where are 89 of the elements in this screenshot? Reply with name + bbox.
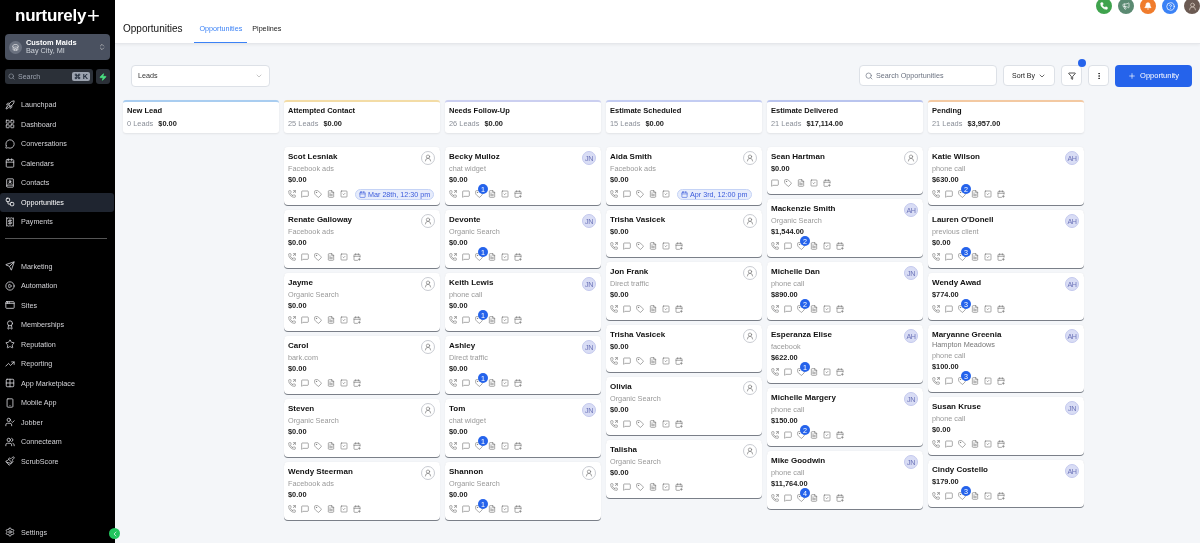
contact-name: Jon Frank <box>610 266 649 277</box>
store-icon <box>9 40 22 54</box>
contact-name: Tom <box>449 403 466 414</box>
phone-button[interactable] <box>1096 0 1112 14</box>
contact-name: Aida Smith <box>610 151 652 162</box>
contact-name: Scot Lesniak <box>288 151 338 162</box>
chevron-icon <box>98 43 106 51</box>
megaphone-icon <box>1122 2 1130 10</box>
contact-name: Michelle Dan <box>771 266 820 277</box>
user-icon[interactable] <box>743 444 757 458</box>
nav-icon <box>5 280 15 291</box>
contact-name: Katie Wilson <box>932 151 980 162</box>
nav-icon <box>5 358 15 369</box>
contact-name: Ashley <box>449 340 476 351</box>
bell-icon <box>1144 2 1152 10</box>
page-title: Opportunities <box>123 23 183 34</box>
calendar-icon <box>359 190 366 198</box>
user-icon[interactable] <box>743 151 757 165</box>
contact-name: Wendy Steerman <box>288 466 353 477</box>
contact-name: Cindy Costello <box>932 464 988 475</box>
contact-name: Devonte <box>449 214 481 225</box>
user-icon[interactable] <box>743 329 757 343</box>
calendar-icon <box>681 190 688 198</box>
contact-name: Mackenzie Smith <box>771 203 836 214</box>
contact-name: Trisha Vasicek <box>610 214 666 225</box>
user-icon[interactable] <box>743 266 757 280</box>
user-icon <box>1187 1 1197 11</box>
logo: nurturely+ <box>14 6 101 26</box>
nav-icon <box>5 177 15 188</box>
contact-name: Mike Goodwin <box>771 455 826 466</box>
contact-name: Talisha <box>610 444 637 455</box>
user-icon[interactable] <box>743 381 757 395</box>
help-icon <box>1165 1 1175 11</box>
user-icon[interactable] <box>904 151 918 165</box>
user-icon[interactable] <box>421 151 435 165</box>
nav-icon <box>5 99 15 110</box>
nav-icon <box>5 319 15 330</box>
search-icon <box>865 71 873 80</box>
contact-name: Keith Lewis <box>449 277 494 288</box>
nav-icon <box>5 261 15 272</box>
contact-name: Carol <box>288 340 309 351</box>
search-icon <box>8 73 15 80</box>
filter-icon <box>1067 71 1076 80</box>
more-button[interactable] <box>1088 65 1109 86</box>
contact-name: Lauren O'Donell <box>932 214 994 225</box>
nav-icon <box>5 436 15 447</box>
nav-icon <box>5 456 15 467</box>
user-icon[interactable] <box>421 466 435 480</box>
user-icon[interactable] <box>582 466 596 480</box>
settings-icon <box>5 527 15 538</box>
notification-dot <box>1078 59 1086 67</box>
user-icon[interactable] <box>421 214 435 228</box>
collapse-button[interactable] <box>109 528 120 539</box>
user-icon[interactable] <box>743 214 757 228</box>
contact-name: Trisha Vasicek <box>610 329 666 340</box>
nav-icon <box>5 339 15 350</box>
nav-icon <box>5 397 15 408</box>
contact-name: Renate Galloway <box>288 214 353 225</box>
nav-icon <box>5 158 15 169</box>
user-icon[interactable] <box>421 277 435 291</box>
profile-avatar[interactable] <box>1184 0 1200 14</box>
announcement-button[interactable] <box>1118 0 1134 14</box>
nav-icon <box>5 138 15 149</box>
contact-name: Susan Kruse <box>932 401 981 412</box>
contact-name: Becky Mulloz <box>449 151 500 162</box>
quick-action-button[interactable] <box>96 69 110 84</box>
contact-name: Michelle Margery <box>771 392 836 403</box>
contact-name: Esperanza Elise <box>771 329 832 340</box>
user-icon[interactable] <box>421 340 435 354</box>
contact-name: Steven <box>288 403 315 414</box>
nav-icon <box>5 378 15 389</box>
contact-name: Maryanne Greenia <box>932 329 1002 340</box>
plus-icon <box>1128 71 1137 80</box>
contact-name: Jayme <box>288 277 313 288</box>
notification-button[interactable] <box>1140 0 1156 14</box>
contact-name: Wendy Awad <box>932 277 982 288</box>
filter-button[interactable] <box>1061 65 1082 86</box>
nav-icon <box>5 417 15 428</box>
phone-icon <box>1100 2 1108 10</box>
user-icon[interactable] <box>421 403 435 417</box>
contact-name: Olivia <box>610 381 632 392</box>
nav-icon <box>5 216 15 227</box>
contact-name: Shannon <box>449 466 484 477</box>
nav-icon <box>5 300 15 311</box>
help-button[interactable] <box>1162 0 1178 14</box>
lightning-icon <box>99 72 107 81</box>
nav-icon <box>5 197 15 208</box>
contact-name: Sean Hartman <box>771 151 825 162</box>
nav-icon <box>5 119 15 130</box>
